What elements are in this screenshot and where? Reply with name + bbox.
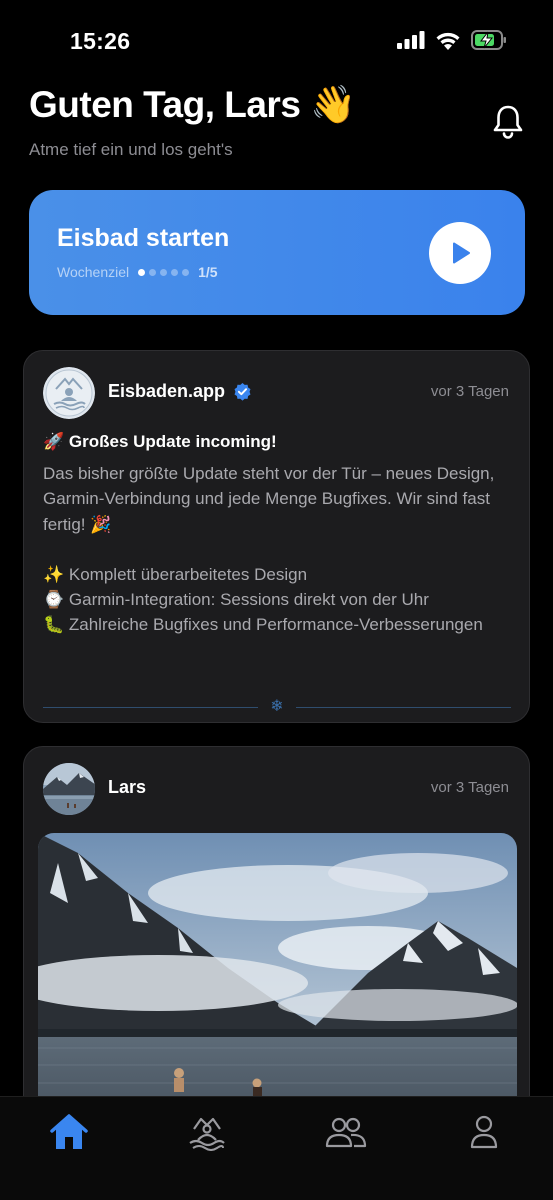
- post-author-name: Eisbaden.app: [108, 381, 226, 401]
- signal-icon: [397, 31, 425, 49]
- post-author[interactable]: Lars: [108, 777, 146, 798]
- post-author[interactable]: Eisbaden.app: [108, 381, 252, 402]
- post-body-line: 🐛 Zahlreiche Bugfixes und Performance-Ve…: [43, 615, 483, 635]
- weekly-goal-label: Wochenziel: [57, 264, 130, 280]
- avatar[interactable]: [43, 367, 95, 419]
- post-timestamp: vor 3 Tagen: [430, 779, 509, 796]
- bell-icon[interactable]: [491, 104, 525, 140]
- post-title: 🚀 Großes Update incoming!: [43, 432, 277, 451]
- start-ice-bath-title: Eisbad starten: [57, 224, 230, 252]
- play-button[interactable]: [429, 222, 491, 284]
- battery-charging-icon: [471, 30, 506, 50]
- tab-bar: [0, 1096, 553, 1200]
- goal-progress-dot: [160, 268, 168, 276]
- play-icon: [453, 242, 470, 264]
- goal-progress-dot: [138, 268, 146, 276]
- verified-badge-icon: [234, 382, 251, 401]
- post-body-line: Das bisher größte Update steht vor der T…: [43, 464, 495, 534]
- home-icon[interactable]: [49, 1113, 89, 1151]
- status-bar: 15:26: [0, 0, 553, 80]
- start-ice-bath-card[interactable]: Eisbad starten Wochenziel 1/5: [29, 190, 525, 315]
- snowflake-icon: ❄: [270, 698, 284, 715]
- post-divider: ❄: [43, 699, 511, 715]
- post-body-line: [43, 537, 513, 562]
- greeting-subtitle: Atme tief ein und los geht's: [29, 140, 233, 159]
- ice-bath-icon[interactable]: [187, 1113, 227, 1151]
- weekly-goal-count: 1/5: [198, 264, 218, 280]
- user-avatar-image: [43, 763, 95, 815]
- community-icon[interactable]: [324, 1113, 368, 1151]
- avatar[interactable]: [43, 763, 95, 815]
- feed-post[interactable]: Eisbaden.app vor 3 Tagen 🚀 Großes Update…: [23, 350, 530, 723]
- profile-icon[interactable]: [464, 1113, 504, 1151]
- status-icons: [397, 30, 507, 50]
- greeting-title: Guten Tag, Lars 👋: [29, 84, 356, 125]
- weekly-goal: Wochenziel 1/5: [57, 264, 218, 280]
- goal-progress-dot: [171, 268, 179, 276]
- goal-progress-dot: [182, 268, 190, 276]
- status-time: 15:26: [70, 28, 131, 54]
- post-body-line: ⌚ Garmin-Integration: Sessions direkt vo…: [43, 590, 429, 610]
- post-body: Das bisher größte Update steht vor der T…: [43, 461, 513, 638]
- wifi-icon: [436, 32, 460, 50]
- feed-post[interactable]: Lars vor 3 Tagen: [23, 746, 530, 1146]
- post-author-name: Lars: [108, 777, 147, 797]
- weekly-goal-progress: [138, 268, 190, 276]
- post-timestamp: vor 3 Tagen: [430, 383, 509, 400]
- goal-progress-dot: [149, 268, 157, 276]
- eisbaden-logo-icon: [43, 367, 95, 419]
- post-body-line: ✨ Komplett überarbeitetes Design: [43, 564, 308, 584]
